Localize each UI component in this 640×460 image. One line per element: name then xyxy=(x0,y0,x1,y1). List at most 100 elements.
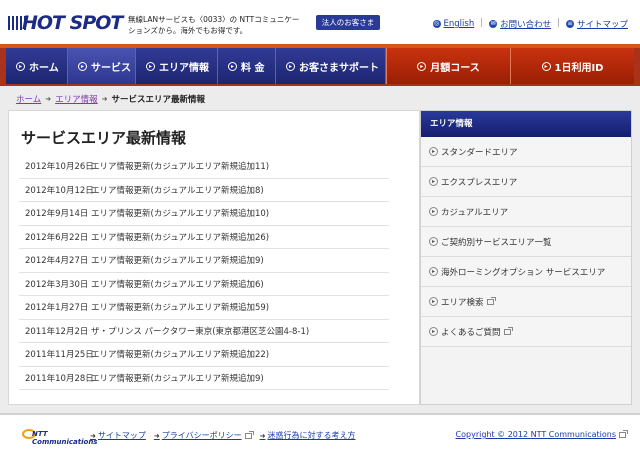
nav-label: お客さまサポート xyxy=(299,62,379,74)
footer-sitemap-link[interactable]: ➜ サイトマップ xyxy=(90,430,146,441)
news-item[interactable]: 2012年3月30日 エリア情報更新(カジュアルエリア新規追加6) xyxy=(19,273,389,296)
copyright-link[interactable]: Copyright © 2012 NTT Communications xyxy=(455,429,628,439)
sidebar-heading: エリア情報 xyxy=(421,111,631,137)
ntt-logo-text: NTT Communications xyxy=(32,430,98,446)
news-date: 2012年10月26日 xyxy=(25,162,94,173)
footer-link-label: 迷惑行為に対する考え方 xyxy=(267,431,356,440)
arrow-right-icon: ▸ xyxy=(429,147,438,156)
corporate-customers-button[interactable]: 法人のお客さま xyxy=(316,15,380,30)
plan-nav: ▸ 月額コース ▸ 1日利用ID xyxy=(386,48,634,84)
sidebar-item-label: よくあるご質問 xyxy=(441,327,501,338)
arrow-right-icon: ▸ xyxy=(78,61,87,71)
nav-item-home[interactable]: ▸ ホーム xyxy=(6,48,68,84)
site-header: HOT SPOT 無線LANサービスも〈0033〉の NTTコミュニケーションズ… xyxy=(0,0,640,44)
arrow-right-icon: ▸ xyxy=(286,61,295,71)
nav-item-service[interactable]: ▸ サービス xyxy=(68,48,136,84)
arrow-right-icon: ➜ xyxy=(90,431,96,440)
nav-label: 1日利用ID xyxy=(554,62,604,74)
sidebar-item-roaming-area[interactable]: ▸ 海外ローミングオプション サービスエリア xyxy=(421,257,631,287)
news-title: エリア情報更新(カジュアルエリア新規追加26) xyxy=(91,232,270,243)
sidebar: エリア情報 ▸ スタンダードエリア ▸ エクスプレスエリア ▸ カジュアルエリア… xyxy=(420,110,632,405)
footer-link-label: プライバシーポリシー xyxy=(161,431,242,440)
main-nav: ▸ ホーム ▸ サービス ▸ エリア情報 ▸ 料 金 ▸ お客さまサポート xyxy=(6,48,386,84)
footer-link-label: サイトマップ xyxy=(97,431,146,440)
external-window-icon xyxy=(486,296,496,305)
nav-label: ホーム xyxy=(29,62,59,74)
news-item[interactable]: 2012年6月22日 エリア情報更新(カジュアルエリア新規追加26) xyxy=(19,226,389,249)
sidebar-item-express-area[interactable]: ▸ エクスプレスエリア xyxy=(421,167,631,197)
nav-item-pricing[interactable]: ▸ 料 金 xyxy=(218,48,276,84)
breadcrumb-home-link[interactable]: ホーム xyxy=(16,93,41,105)
contact-link[interactable]: ✉ お問い合わせ xyxy=(489,18,551,30)
arrow-right-icon: ▸ xyxy=(417,61,427,71)
external-window-icon xyxy=(503,326,513,335)
arrow-right-icon: ▸ xyxy=(16,61,25,71)
arrow-right-icon: ▸ xyxy=(429,267,438,276)
nav-label: 月額コース xyxy=(430,62,480,74)
arrow-right-icon: ➜ xyxy=(259,431,266,440)
sitemap-link-label: サイトマップ xyxy=(576,20,628,30)
nav-label: 料 金 xyxy=(241,62,265,74)
footer-nuisance-policy-link[interactable]: ➜ 迷惑行為に対する考え方 xyxy=(260,430,356,441)
hotspot-logo[interactable]: HOT SPOT xyxy=(8,12,124,34)
separator: | xyxy=(557,18,560,28)
news-date: 2012年6月22日 xyxy=(25,232,89,243)
site-footer: NTT Communications ➜ サイトマップ ➜ プライバシーポリシー… xyxy=(0,415,640,460)
sidebar-item-area-search[interactable]: ▸ エリア検索 xyxy=(421,287,631,317)
sidebar-item-label: エクスプレスエリア xyxy=(441,177,518,188)
news-date: 2012年3月30日 xyxy=(25,279,89,290)
english-link-label: English xyxy=(443,19,475,29)
ntt-communications-logo[interactable]: NTT Communications xyxy=(22,427,97,446)
nav-item-monthly-course[interactable]: ▸ 月額コース xyxy=(386,48,510,84)
breadcrumb-area-link[interactable]: エリア情報 xyxy=(55,93,98,105)
sidebar-item-contract-area-list[interactable]: ▸ ご契約別サービスエリア一覧 xyxy=(421,227,631,257)
sidebar-item-label: ご契約別サービスエリア一覧 xyxy=(441,237,552,248)
news-title: エリア情報更新(カジュアルエリア新規追加9) xyxy=(91,256,264,267)
news-item[interactable]: 2012年4月27日 エリア情報更新(カジュアルエリア新規追加9) xyxy=(19,249,389,273)
header-utility-links: ◎ English | ✉ お問い合わせ | ≡ サイトマップ xyxy=(432,18,628,30)
news-list: 2012年10月26日 エリア情報更新(カジュアルエリア新規追加11) 2012年… xyxy=(19,155,389,390)
arrow-right-icon: ➜ xyxy=(45,95,52,103)
globe-icon: ◎ xyxy=(432,20,441,28)
news-date: 2011年11月25日 xyxy=(25,350,94,361)
news-item[interactable]: 2011年12月2日 ザ・プリンス パークタワー東京(東京都港区芝公園4-8-1) xyxy=(19,320,389,343)
breadcrumb: ホーム ➜ エリア情報 ➜ サービスエリア最新情報 xyxy=(16,93,205,105)
news-title: ザ・プリンス パークタワー東京(東京都港区芝公園4-8-1) xyxy=(91,326,310,337)
news-date: 2011年12月2日 xyxy=(25,326,89,337)
arrow-right-icon: ▸ xyxy=(228,61,237,71)
sidebar-item-label: カジュアルエリア xyxy=(441,207,509,218)
footer-links: ➜ サイトマップ ➜ プライバシーポリシー ➜ 迷惑行為に対する考え方 xyxy=(90,430,355,441)
arrow-right-icon: ▸ xyxy=(429,327,438,336)
copyright-text: Copyright © 2012 NTT Communications xyxy=(455,430,616,439)
news-title: エリア情報更新(カジュアルエリア新規追加22) xyxy=(91,350,270,361)
news-item[interactable]: 2012年10月12日 エリア情報更新(カジュアルエリア新規追加8) xyxy=(19,179,389,202)
nav-item-support[interactable]: ▸ お客さまサポート xyxy=(276,48,386,84)
nav-item-area-info[interactable]: ▸ エリア情報 xyxy=(136,48,218,84)
nav-item-one-day-id[interactable]: ▸ 1日利用ID xyxy=(510,48,634,84)
news-item[interactable]: 2011年10月28日 エリア情報更新(カジュアルエリア新規追加9) xyxy=(19,367,389,390)
sidebar-item-standard-area[interactable]: ▸ スタンダードエリア xyxy=(421,137,631,167)
external-window-icon xyxy=(619,429,628,438)
arrow-right-icon: ▸ xyxy=(429,177,438,186)
news-item[interactable]: 2012年9月14日 エリア情報更新(カジュアルエリア新規追加10) xyxy=(19,202,389,226)
arrow-right-icon: ▸ xyxy=(429,297,438,306)
sitemap-link[interactable]: ≡ サイトマップ xyxy=(565,18,628,30)
news-item[interactable]: 2011年11月25日 エリア情報更新(カジュアルエリア新規追加22) xyxy=(19,343,389,367)
news-title: エリア情報更新(カジュアルエリア新規追加59) xyxy=(91,303,270,314)
arrow-right-icon: ▸ xyxy=(541,61,551,71)
sidebar-item-faq[interactable]: ▸ よくあるご質問 xyxy=(421,317,631,347)
news-item[interactable]: 2012年10月26日 エリア情報更新(カジュアルエリア新規追加11) xyxy=(19,155,389,179)
sidebar-item-casual-area[interactable]: ▸ カジュアルエリア xyxy=(421,197,631,227)
english-link[interactable]: ◎ English xyxy=(432,18,475,30)
news-title: エリア情報更新(カジュアルエリア新規追加10) xyxy=(91,209,270,220)
sidebar-item-label: 海外ローミングオプション サービスエリア xyxy=(441,267,606,278)
news-title: エリア情報更新(カジュアルエリア新規追加9) xyxy=(91,373,264,384)
breadcrumb-current: サービスエリア最新情報 xyxy=(111,95,206,105)
news-title: エリア情報更新(カジュアルエリア新規追加11) xyxy=(91,162,270,173)
nav-label: エリア情報 xyxy=(159,62,209,74)
header-tagline: 無線LANサービスも〈0033〉の NTTコミュニケーションズから。海外でもお得… xyxy=(128,15,300,35)
sitemap-icon: ≡ xyxy=(565,20,574,28)
footer-privacy-link[interactable]: ➜ プライバシーポリシー xyxy=(154,430,254,441)
news-item[interactable]: 2012年1月27日 エリア情報更新(カジュアルエリア新規追加59) xyxy=(19,296,389,320)
external-window-icon xyxy=(244,430,254,439)
